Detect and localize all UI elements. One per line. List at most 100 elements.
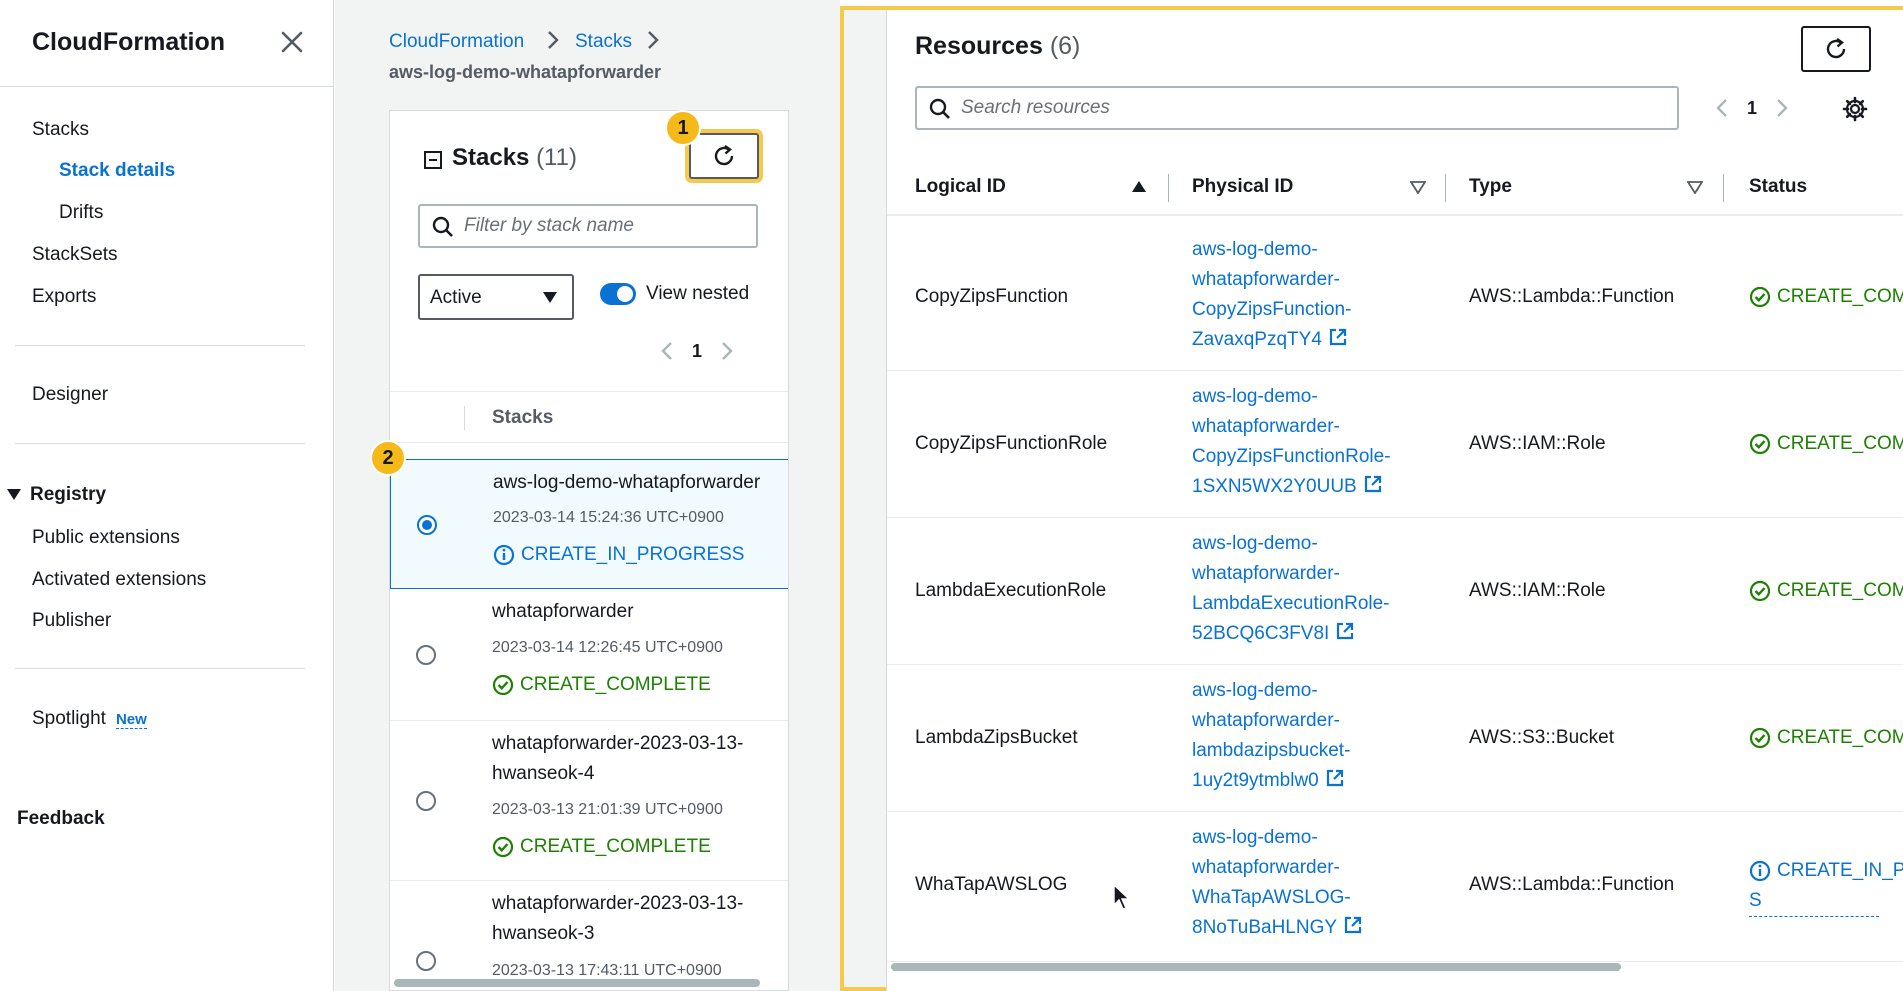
breadcrumb-cloudformation[interactable]: CloudFormation	[389, 31, 524, 53]
sidebar-item-feedback[interactable]: Feedback	[17, 808, 105, 830]
chevron-left-icon[interactable]	[660, 340, 674, 362]
stacks-column-label[interactable]: Stacks	[492, 407, 553, 429]
resource-row[interactable]: CopyZipsFunction aws-log-demo- whatapfor…	[887, 224, 1903, 371]
check-circle-icon	[1749, 286, 1771, 308]
filter-stacks-input[interactable]	[464, 214, 744, 238]
sidebar-item-public-extensions[interactable]: Public extensions	[32, 527, 180, 549]
sidebar-item-publisher[interactable]: Publisher	[32, 610, 111, 632]
stack-status: CREATE_IN_PROGRESS	[493, 544, 744, 566]
resource-physical-id-link[interactable]: aws-log-demo- whatapforwarder- lambdazip…	[1192, 676, 1412, 796]
chevron-right-icon	[546, 29, 560, 57]
resource-row[interactable]: LambdaZipsBucket aws-log-demo- whatapfor…	[887, 665, 1903, 812]
resource-status[interactable]: CREATE_IN_PR S	[1749, 856, 1903, 917]
resource-status-text: CREATE_COMP	[1777, 433, 1903, 454]
stack-radio[interactable]	[416, 951, 436, 971]
stack-timestamp: 2023-03-14 15:24:36 UTC+0900	[493, 509, 724, 526]
chevron-right-icon[interactable]	[720, 340, 734, 362]
physical-id-line: whatapforwarder-	[1192, 563, 1340, 584]
sort-ascending-icon[interactable]	[1131, 180, 1147, 194]
stack-row[interactable]: whatapforwarder 2023-03-14 12:26:45 UTC+…	[390, 589, 788, 721]
resource-physical-id-link[interactable]: aws-log-demo- whatapforwarder- LambdaExe…	[1192, 529, 1412, 649]
column-type[interactable]: Type	[1469, 176, 1512, 198]
check-circle-icon	[492, 674, 514, 696]
resource-physical-id-link[interactable]: aws-log-demo- whatapforwarder- CopyZipsF…	[1192, 382, 1412, 502]
stacks-pagination: 1	[660, 340, 734, 362]
stack-name[interactable]: whatapforwarder	[492, 597, 782, 627]
collapse-icon[interactable]	[424, 151, 442, 169]
resource-physical-id-link[interactable]: aws-log-demo- whatapforwarder- WhaTapAWS…	[1192, 823, 1412, 943]
column-status[interactable]: Status	[1749, 176, 1807, 198]
sidebar-item-drifts[interactable]: Drifts	[59, 202, 103, 224]
stack-radio[interactable]	[416, 791, 436, 811]
status-filter-select[interactable]: Active	[418, 274, 574, 320]
resource-status-text: CREATE_COMP	[1777, 286, 1903, 307]
resource-row[interactable]: WhaTapAWSLOG aws-log-demo- whatapforward…	[887, 812, 1903, 962]
sidebar-item-stack-details[interactable]: Stack details	[59, 160, 175, 182]
column-separator[interactable]	[1723, 174, 1724, 202]
stacks-horizontal-scrollbar[interactable]	[394, 979, 760, 987]
app-window: CloudFormation Stacks Stack details Drif…	[0, 0, 1903, 991]
sidebar-item-activated-extensions[interactable]: Activated extensions	[32, 569, 206, 591]
stack-radio[interactable]	[416, 645, 436, 665]
sort-descending-icon[interactable]	[1687, 180, 1703, 194]
check-circle-icon	[1749, 727, 1771, 749]
stacks-split-panel: CloudFormation Stacks aws-log-demo-whata…	[335, 0, 840, 991]
search-resources-wrapper	[915, 86, 1679, 130]
physical-id-line: lambdazipsbucket-	[1192, 740, 1351, 761]
settings-gear-icon[interactable]	[1842, 96, 1868, 127]
check-circle-icon	[492, 836, 514, 858]
external-link-icon	[1337, 622, 1354, 640]
physical-id-line: ZavaxqPzqTY4	[1192, 329, 1322, 350]
physical-id-line: whatapforwarder-	[1192, 857, 1340, 878]
chevron-right-icon[interactable]	[1775, 97, 1789, 119]
physical-id-line: CopyZipsFunction-	[1192, 299, 1352, 320]
external-link-icon	[1326, 769, 1343, 787]
stack-row[interactable]: whatapforwarder-2023-03-13-hwanseok-4 20…	[390, 721, 788, 881]
breadcrumb-stacks[interactable]: Stacks	[575, 31, 632, 53]
view-nested-toggle[interactable]	[600, 283, 636, 305]
resource-physical-id-link[interactable]: aws-log-demo- whatapforwarder- CopyZipsF…	[1192, 235, 1412, 355]
resource-status: CREATE_COMP	[1749, 286, 1903, 308]
stack-radio[interactable]	[417, 515, 437, 535]
physical-id-line: whatapforwarder-	[1192, 269, 1340, 290]
stack-name[interactable]: aws-log-demo-whatapforwarder	[493, 468, 783, 498]
stack-row[interactable]: aws-log-demo-whatapforwarder 2023-03-14 …	[390, 459, 788, 589]
physical-id-line: aws-log-demo-	[1192, 239, 1318, 260]
resources-page-number[interactable]: 1	[1747, 98, 1757, 119]
stack-name[interactable]: whatapforwarder-2023-03-13-hwanseok-4	[492, 729, 782, 789]
resource-row[interactable]: LambdaExecutionRole aws-log-demo- whatap…	[887, 518, 1903, 665]
resource-status: CREATE_COMP	[1749, 580, 1903, 602]
column-physical-id[interactable]: Physical ID	[1192, 176, 1293, 198]
search-icon	[432, 216, 453, 237]
sidebar-item-stacks[interactable]: Stacks	[32, 119, 89, 141]
stacks-page-number[interactable]: 1	[692, 341, 702, 362]
caret-down-icon[interactable]	[6, 487, 22, 506]
resource-row[interactable]: CopyZipsFunctionRole aws-log-demo- whata…	[887, 371, 1903, 518]
resources-horizontal-scrollbar[interactable]	[891, 963, 1621, 971]
column-separator[interactable]	[1168, 174, 1169, 202]
stack-name[interactable]: whatapforwarder-2023-03-13-hwanseok-3	[492, 889, 782, 949]
column-logical-id[interactable]: Logical ID	[915, 176, 1006, 198]
stack-row[interactable]: whatapforwarder-2023-03-13-hwanseok-3 20…	[390, 881, 788, 990]
resource-type: AWS::IAM::Role	[1469, 433, 1606, 454]
column-separator[interactable]	[1445, 174, 1446, 202]
physical-id-line: 1uy2t9ytmblw0	[1192, 770, 1319, 791]
sidebar-section-registry[interactable]: Registry	[30, 484, 106, 506]
chevron-left-icon[interactable]	[1715, 97, 1729, 119]
refresh-resources-button[interactable]	[1801, 26, 1871, 72]
sidebar-item-spotlight[interactable]: Spotlight New	[32, 708, 147, 730]
resource-status: CREATE_COMP	[1749, 433, 1903, 455]
sort-descending-icon[interactable]	[1410, 180, 1426, 194]
resource-type: AWS::Lambda::Function	[1469, 286, 1675, 307]
close-icon[interactable]	[278, 28, 306, 56]
sidebar-item-label: Spotlight	[32, 708, 106, 729]
sidebar-divider	[15, 345, 305, 346]
sidebar-item-stacksets[interactable]: StackSets	[32, 244, 118, 266]
sidebar-item-exports[interactable]: Exports	[32, 286, 96, 308]
sidebar-item-designer[interactable]: Designer	[32, 384, 108, 406]
search-resources-input[interactable]	[961, 96, 1661, 120]
stack-status: CREATE_COMPLETE	[492, 674, 711, 696]
stack-timestamp: 2023-03-14 12:26:45 UTC+0900	[492, 639, 723, 656]
refresh-stacks-button[interactable]	[689, 133, 759, 179]
stack-status: CREATE_COMPLETE	[492, 836, 711, 858]
